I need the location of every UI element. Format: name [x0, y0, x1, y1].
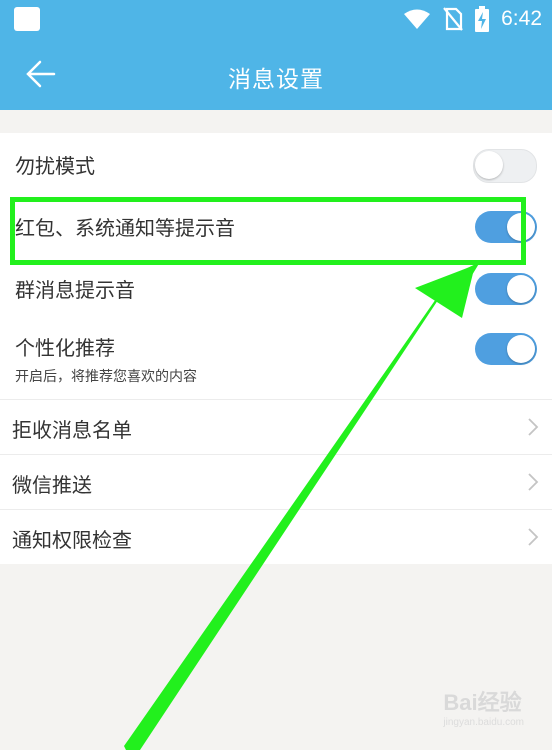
title-bar: 消息设置: [0, 38, 552, 110]
watermark-sub: jingyan.baidu.com: [443, 717, 524, 728]
setting-row-permission-check[interactable]: 通知权限检查: [0, 509, 552, 564]
status-bar: 6:42: [0, 0, 552, 38]
setting-row-red-packet-sound: 红包、系统通知等提示音: [0, 195, 552, 257]
chevron-right-icon: [528, 418, 539, 436]
setting-row-group-sound: 群消息提示音: [0, 257, 552, 319]
setting-row-reject-list[interactable]: 拒收消息名单: [0, 399, 552, 454]
setting-label: 通知权限检查: [12, 528, 132, 552]
settings-list: 勿扰模式 红包、系统通知等提示音 群消息提示音 个性化推荐 开启后，将推荐您喜欢…: [0, 133, 552, 564]
toggle-knob: [507, 213, 535, 241]
notification-icon: [14, 7, 40, 31]
setting-label: 勿扰模式: [15, 154, 95, 178]
setting-label: 个性化推荐: [15, 336, 115, 360]
status-time: 6:42: [501, 7, 542, 30]
page-title: 消息设置: [228, 67, 324, 93]
baidu-watermark: Bai经验 jingyan.baidu.com: [443, 685, 524, 728]
group-sound-toggle[interactable]: [475, 273, 537, 305]
status-icons: 6:42: [403, 6, 542, 32]
toggle-knob: [507, 335, 535, 363]
chevron-right-icon: [528, 528, 539, 546]
red-packet-sound-toggle[interactable]: [475, 211, 537, 243]
personalized-toggle[interactable]: [475, 333, 537, 365]
setting-label: 微信推送: [12, 473, 92, 497]
setting-label: 拒收消息名单: [12, 418, 132, 442]
setting-row-dnd: 勿扰模式: [0, 133, 552, 195]
wifi-icon: [404, 9, 431, 29]
setting-row-personalized: 个性化推荐 开启后，将推荐您喜欢的内容: [0, 319, 552, 399]
dnd-toggle[interactable]: [473, 149, 537, 183]
toggle-knob: [475, 151, 503, 179]
toggle-knob: [507, 275, 535, 303]
setting-row-wechat-push[interactable]: 微信推送: [0, 454, 552, 509]
setting-label: 红包、系统通知等提示音: [15, 216, 235, 240]
chevron-right-icon: [528, 473, 539, 491]
setting-sublabel: 开启后，将推荐您喜欢的内容: [15, 369, 197, 385]
watermark-text: Bai经验: [443, 690, 522, 715]
setting-label: 群消息提示音: [15, 278, 135, 302]
no-sim-icon: [443, 7, 463, 31]
battery-charging-icon: [475, 6, 490, 32]
